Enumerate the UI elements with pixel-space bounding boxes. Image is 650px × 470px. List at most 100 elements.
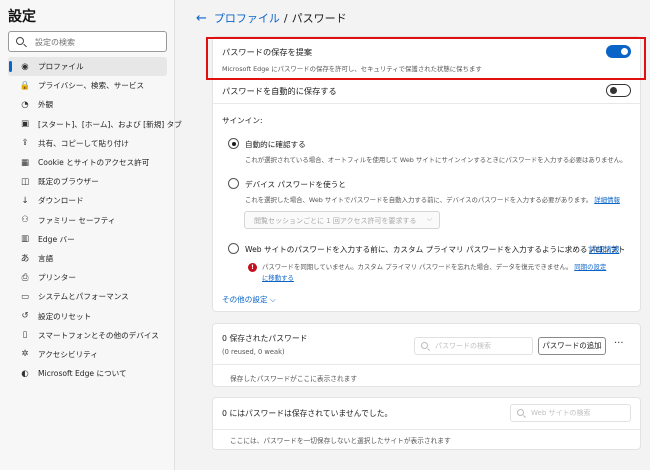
- sidebar-item-label: Cookie とサイトのアクセス許可: [38, 158, 150, 168]
- website-search-box[interactable]: [510, 404, 631, 422]
- breadcrumb-separator: /: [283, 11, 288, 25]
- sidebar-item-label: 共有、コピーして貼り付け: [38, 138, 129, 148]
- auto-save-title: パスワードを自動的に保存する: [222, 86, 337, 96]
- radio-device-password[interactable]: [228, 178, 239, 189]
- sidebar-item[interactable]: ▦ Cookie とサイトのアクセス許可: [8, 153, 167, 172]
- option-primary-title: Web サイトのパスワードを入力する前に、カスタム プライマリ パスワードを入力…: [245, 245, 626, 254]
- cookie-icon: ▦: [20, 157, 30, 168]
- sidebar-item-label: プライバシー、検索、サービス: [38, 81, 145, 91]
- search-icon: [421, 342, 428, 349]
- password-search-box[interactable]: [414, 337, 533, 355]
- sidebar-item-label: アクセシビリティ: [38, 349, 98, 359]
- sidebar-item-label: プリンター: [38, 273, 76, 283]
- sidebar-item[interactable]: ▥ Edge バー: [8, 230, 167, 249]
- radio-primary-password[interactable]: [228, 243, 239, 254]
- divider: [213, 429, 640, 430]
- saved-passwords-subtitle: (0 reused, 0 weak): [222, 348, 285, 356]
- auth-frequency-select: 閲覧セッションごとに 1 回アクセス許可を要求する ⌵: [244, 211, 440, 229]
- sync-settings-link-1[interactable]: 同期の設定: [574, 263, 606, 271]
- chevron-down-icon: ⌵: [269, 295, 276, 304]
- page-title: パスワード: [291, 12, 347, 25]
- sidebar-item-label: プロファイル: [38, 62, 84, 72]
- sidebar-item[interactable]: ⇪ 共有、コピーして貼り付け: [8, 134, 167, 153]
- settings-nav: ◉ プロファイル 🔒 プライバシー、検索、サービス ◔ 外観 ▣ [スタート]、[ホーム]、お…: [8, 57, 182, 383]
- accessibility-icon: ✲: [21, 349, 29, 360]
- option-device-desc: これを選択した場合、Web サイトでパスワードを自動入力する前に、デバイスのパス…: [245, 196, 620, 204]
- more-settings-link[interactable]: その他の設定 ⌵: [222, 294, 276, 305]
- profile-icon: ◉: [21, 61, 29, 72]
- sidebar-item-label: 外観: [38, 100, 54, 110]
- sidebar-item[interactable]: ◉ プロファイル: [8, 57, 167, 77]
- sidebar-item-label: ファミリー セーフティ: [38, 215, 116, 225]
- sidebar-item-label: 設定のリセット: [38, 311, 92, 321]
- sidebar-item[interactable]: ◫ 既定のブラウザー: [8, 172, 167, 191]
- language-icon: あ: [20, 254, 30, 265]
- sidebar-item-label: 既定のブラウザー: [38, 177, 99, 187]
- search-icon: [517, 409, 524, 416]
- sidebar-item-label: Microsoft Edge について: [38, 369, 127, 379]
- chevron-down-icon: ⌵: [426, 215, 432, 223]
- warning-icon: !: [248, 263, 257, 272]
- lock-icon: 🔒: [19, 80, 31, 91]
- sidebar-item[interactable]: ↓ ダウンロード: [8, 191, 167, 210]
- device-learn-more-link[interactable]: 詳細情報: [594, 196, 620, 204]
- sidebar: 設定 ◉ プロファイル 🔒 プライバシー、検索、サービス ◔ 外観 ▣ [スタート]、[ホーム…: [0, 0, 182, 470]
- radio-auto-confirm[interactable]: [228, 138, 239, 149]
- sidebar-item[interactable]: ◔ 外観: [8, 95, 167, 114]
- password-search-input[interactable]: [435, 340, 528, 352]
- family-icon: ⚇: [21, 215, 29, 226]
- sync-settings-link-2[interactable]: に移動する: [262, 273, 294, 282]
- never-saved-title: 0 にはパスワードは保存されていませんでした。: [222, 409, 393, 418]
- divider: [213, 364, 640, 365]
- option-auto-title: 自動的に確認する: [245, 140, 306, 149]
- sidebar-item-label: ダウンロード: [38, 196, 84, 206]
- reset-icon: ↺: [21, 311, 29, 322]
- highlight-frame: [206, 37, 646, 80]
- sidebar-item[interactable]: ↺ 設定のリセット: [8, 306, 167, 325]
- sidebar-item[interactable]: ▣ [スタート]、[ホーム]、および [新規] タブ: [8, 115, 182, 134]
- share-icon: ⇪: [21, 138, 29, 149]
- saved-passwords-empty: 保存したパスワードがここに表示されます: [230, 375, 358, 383]
- more-options-icon[interactable]: ···: [614, 338, 624, 349]
- breadcrumb: ← プロファイル / パスワード: [196, 10, 347, 26]
- edge-bar-icon: ▥: [20, 234, 30, 245]
- tabs-icon: ▣: [20, 119, 30, 130]
- sidebar-item[interactable]: あ言語: [8, 249, 167, 268]
- phone-icon: ▯: [22, 330, 28, 341]
- edge-logo-icon: ◐: [21, 368, 29, 379]
- signin-heading: サインイン:: [222, 116, 263, 125]
- auto-save-toggle[interactable]: [606, 84, 631, 97]
- sidebar-item-label: Edge バー: [38, 234, 75, 244]
- settings-title: 設定: [8, 9, 36, 25]
- primary-learn-more-link[interactable]: 詳細情報: [589, 244, 619, 255]
- never-saved-empty: ここには、パスワードを一切保存しないと選択したサイトが表示されます: [230, 437, 451, 445]
- sidebar-item[interactable]: ▭ システムとパフォーマンス: [8, 287, 167, 306]
- settings-search-box[interactable]: [8, 31, 167, 52]
- sync-warning: パスワードを同期していません。カスタム プライマリ パスワードを忘れた場合、デー…: [262, 263, 607, 271]
- printer-icon: ⎙: [21, 272, 29, 283]
- sidebar-item[interactable]: ▯ スマートフォンとその他のデバイス: [8, 326, 167, 345]
- website-search-input[interactable]: [531, 407, 626, 419]
- option-device-title: デバイス パスワードを使うと: [245, 180, 346, 189]
- auth-frequency-value: 閲覧セッションごとに 1 回アクセス許可を要求する: [254, 217, 417, 225]
- sidebar-item[interactable]: ⎙ プリンター: [8, 268, 167, 287]
- sidebar-item-label: スマートフォンとその他のデバイス: [38, 330, 159, 340]
- sidebar-item-label: システムとパフォーマンス: [38, 292, 129, 302]
- download-icon: ↓: [21, 195, 29, 206]
- back-arrow-icon[interactable]: ←: [196, 11, 207, 26]
- settings-search-input[interactable]: [35, 35, 163, 49]
- sidebar-item[interactable]: ✲ アクセシビリティ: [8, 345, 167, 364]
- sidebar-item-label: [スタート]、[ホーム]、および [新規] タブ: [38, 119, 182, 129]
- sidebar-item[interactable]: 🔒 プライバシー、検索、サービス: [8, 76, 167, 95]
- saved-passwords-title: 0 保存されたパスワード: [222, 334, 308, 343]
- divider: [213, 103, 640, 104]
- add-password-button[interactable]: パスワードの追加: [538, 337, 606, 355]
- browser-icon: ◫: [20, 176, 30, 187]
- option-auto-desc: これが選択されている場合、オートフィルを使用して Web サイトにサインインする…: [245, 156, 627, 164]
- sidebar-item[interactable]: ◐ Microsoft Edge について: [8, 364, 167, 383]
- breadcrumb-profile-link[interactable]: プロファイル: [214, 10, 280, 26]
- sidebar-item[interactable]: ⚇ ファミリー セーフティ: [8, 211, 167, 230]
- search-icon: [16, 37, 24, 45]
- system-icon: ▭: [20, 291, 30, 302]
- appearance-icon: ◔: [21, 99, 29, 110]
